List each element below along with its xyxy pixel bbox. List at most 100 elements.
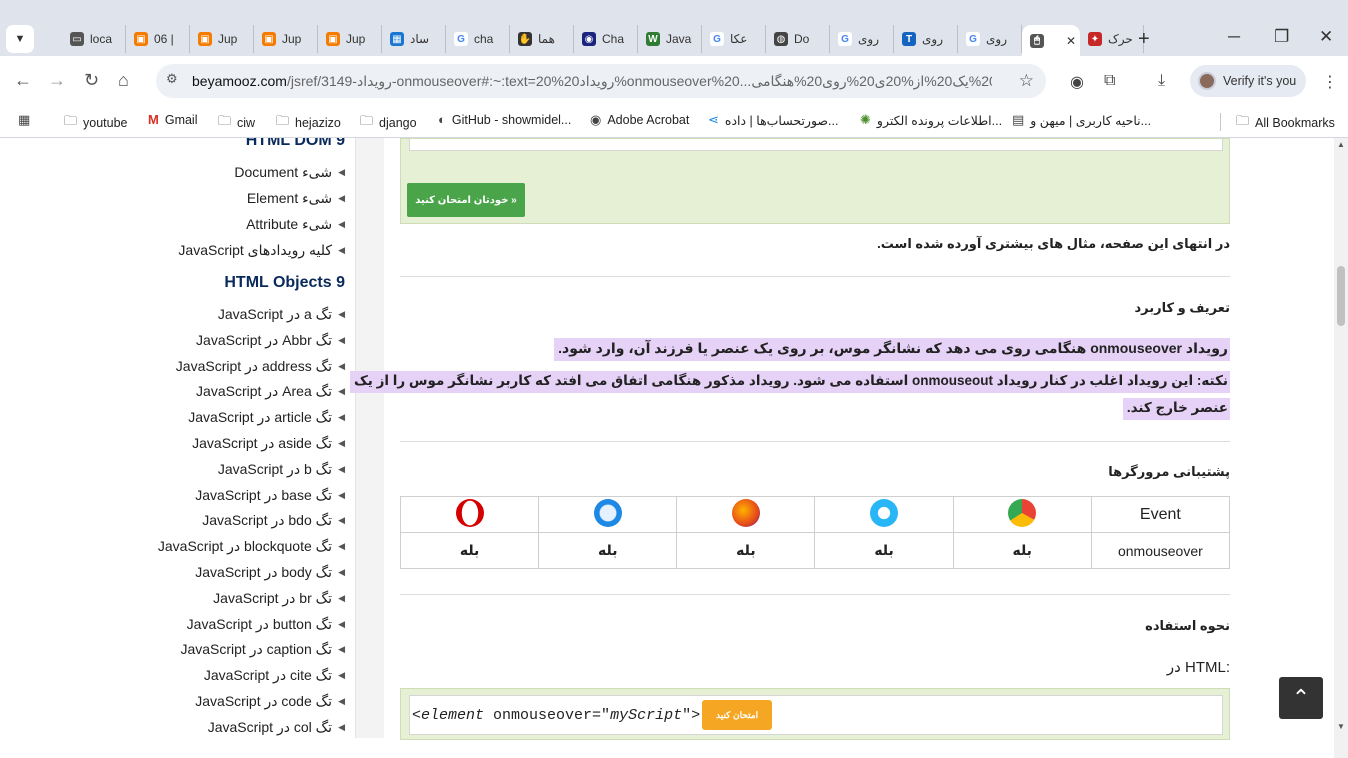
in-html-label: در HTML: <box>1166 659 1230 676</box>
sidebar-item[interactable]: تگ code در JavaScript ◀ <box>195 693 345 710</box>
sidebar-item[interactable]: تگ b در JavaScript ◀ <box>218 461 345 478</box>
sidebar-item[interactable]: تگ base در JavaScript ◀ <box>195 487 345 504</box>
try-it-button[interactable]: امتحان کنید <box>702 700 773 730</box>
site-info-icon[interactable]: ⚙ <box>166 71 186 91</box>
puzzle-icon[interactable]: ⧉ <box>1104 72 1115 90</box>
sidebar-item[interactable]: تگ bdo در JavaScript ◀ <box>202 512 345 529</box>
sidebar-item[interactable]: تگ br در JavaScript ◀ <box>213 590 345 607</box>
maximize-button[interactable]: ❐ <box>1274 27 1289 47</box>
sidebar-item[interactable]: کلیه رویدادهای JavaScript ◀ <box>178 242 345 259</box>
sidebar-item[interactable]: تگ article در JavaScript ◀ <box>188 409 345 426</box>
tab[interactable]: ◍ Do <box>766 25 830 53</box>
bookmark-item[interactable]: 🗀 ciw <box>218 112 255 134</box>
bookmark-star-icon[interactable]: ☆ <box>1019 71 1034 91</box>
tab[interactable]: ✦ حرک <box>1080 25 1144 53</box>
sidebar-item[interactable]: تگ aside در JavaScript ◀ <box>192 435 345 452</box>
table-cell: بله <box>538 532 678 569</box>
scroll-down-icon[interactable]: ▼ <box>1337 722 1345 731</box>
tab[interactable]: ✋ هما <box>510 25 574 53</box>
new-tab-button[interactable]: + <box>1138 28 1150 51</box>
bookmark-item[interactable]: ◐ GitHub - showmidel... <box>438 112 571 127</box>
bookmark-item[interactable]: 🗀 hejazizo <box>276 112 341 134</box>
tab[interactable]: W Java <box>638 25 702 53</box>
back-button[interactable]: ← <box>14 70 32 91</box>
bookmark-item[interactable]: 🗀 youtube <box>64 112 128 134</box>
tab[interactable]: ▦ ساد <box>382 25 446 53</box>
orange-square-icon: ▣ <box>326 32 340 46</box>
scroll-up-icon[interactable]: ▲ <box>1337 140 1345 149</box>
tab[interactable]: G روی <box>958 25 1022 53</box>
kebab-menu-icon[interactable]: ⋮ <box>1322 72 1338 92</box>
orange-square-icon: ▣ <box>262 32 276 46</box>
tab[interactable]: G روی <box>830 25 894 53</box>
sidebar-item[interactable]: تگ col در JavaScript ◀ <box>208 719 345 736</box>
bookmarks-separator <box>1220 113 1221 131</box>
bookmark-item[interactable]: ▤ ناحیه کاربری | میهن و... <box>1012 112 1151 128</box>
tab-search-button[interactable]: ▼ <box>6 25 34 53</box>
folder-icon: 🗀 <box>1236 113 1250 128</box>
google-icon: G <box>966 32 980 46</box>
scroll-to-top-button[interactable]: ⌃ <box>1279 677 1323 719</box>
close-tab-icon[interactable]: ✕ <box>1066 34 1076 48</box>
bookmark-item[interactable]: 🗀 All Bookmarks <box>1236 112 1335 134</box>
tab[interactable]: Gcha <box>446 25 510 53</box>
mouse-icon: 🖱 <box>1030 33 1044 48</box>
tab[interactable]: T روی <box>894 25 958 53</box>
sidebar-item[interactable]: تگ a در JavaScript ◀ <box>218 306 345 323</box>
tab[interactable]: ▣ Jup <box>318 25 382 53</box>
code-example: < element onmouseover=" myScript "> امتحان … <box>409 695 1223 735</box>
caret-left-icon: ◀ <box>338 696 345 706</box>
bookmark-item[interactable]: ◉ Adobe Acrobat <box>590 112 689 128</box>
tab[interactable]: ▣ 06 | <box>126 25 190 53</box>
tab[interactable]: ◉ Cha <box>574 25 638 53</box>
apps-grid-icon[interactable]: ▦ <box>18 112 30 128</box>
acrobat-icon: ◉ <box>590 112 602 127</box>
tab[interactable]: ▣ Jup <box>190 25 254 53</box>
bookmark-item[interactable]: 🗀 django <box>360 112 417 134</box>
sidebar-item[interactable]: تگ Area در JavaScript ◀ <box>196 383 345 400</box>
bookmark-item[interactable]: ⋖ صورتحساب‌ها | داده... <box>708 112 838 128</box>
bookmark-item[interactable]: ✺ اطلاعات پرونده الکترو... <box>860 112 1002 128</box>
sidebar-item[interactable]: تگ button در JavaScript ◀ <box>187 616 345 633</box>
sidebar-item[interactable]: تگ caption در JavaScript ◀ <box>180 641 345 658</box>
url-text[interactable]: beyamooz.com/jsref/3149-رویداد-onmouseov… <box>192 73 992 90</box>
home-button[interactable]: ⌂ <box>118 70 129 91</box>
google-icon: G <box>710 32 724 46</box>
sidebar-item[interactable]: شیء Attribute ◀ <box>246 216 345 233</box>
sidebar-item[interactable]: تگ address در JavaScript ◀ <box>176 358 345 375</box>
sidebar-item[interactable]: تگ blockquote در JavaScript ◀ <box>158 538 345 555</box>
chrome-icon <box>1008 499 1037 527</box>
scrollbar-thumb[interactable] <box>1337 266 1345 326</box>
opera-icon <box>455 499 484 527</box>
sidebar-item[interactable]: شیء Element ◀ <box>247 190 345 207</box>
sidebar-item[interactable]: تگ body در JavaScript ◀ <box>195 564 345 581</box>
tab[interactable]: G عکا <box>702 25 766 53</box>
sidebar-item[interactable]: تگ cite در JavaScript ◀ <box>204 667 345 684</box>
try-it-yourself-button[interactable]: خودتان امتحان کنید » <box>407 183 525 217</box>
gutter <box>356 138 384 738</box>
caret-left-icon: ◀ <box>338 193 345 203</box>
table-cell: بله <box>399 532 540 569</box>
sidebar-item[interactable]: شیء Document ◀ <box>234 164 345 181</box>
minimize-button[interactable]: ─ <box>1228 27 1240 47</box>
sidebar-item[interactable]: تگ Abbr در JavaScript ◀ <box>196 332 345 349</box>
tab-active[interactable]: 🖱 ✕ <box>1022 25 1080 56</box>
reload-button[interactable]: ↻ <box>84 70 99 91</box>
caret-left-icon: ◀ <box>338 412 345 423</box>
extension-icon[interactable]: ◉ <box>1070 72 1084 92</box>
caret-left-icon: ◀ <box>338 721 345 732</box>
forward-button[interactable]: → <box>48 70 66 91</box>
download-icon[interactable]: ⤓ <box>1158 72 1165 90</box>
close-window-button[interactable]: ✕ <box>1319 27 1333 47</box>
orange-square-icon: ▣ <box>134 32 148 46</box>
address-bar[interactable]: ⚙ beyamooz.com/jsref/3149-رویداد-onmouse… <box>156 64 1046 98</box>
tab[interactable]: ▣ Jup <box>254 25 318 53</box>
divider <box>400 276 1230 277</box>
caret-left-icon: ◀ <box>338 386 345 397</box>
tab[interactable]: ▭ loca <box>62 25 126 53</box>
page-scrollbar[interactable]: ▲ ▼ <box>1334 138 1348 758</box>
verify-profile-button[interactable]: Verify it's you <box>1190 65 1306 97</box>
table-cell: بله <box>814 532 954 569</box>
window-icon: ▭ <box>70 32 84 46</box>
bookmark-item[interactable]: M Gmail <box>148 112 198 127</box>
